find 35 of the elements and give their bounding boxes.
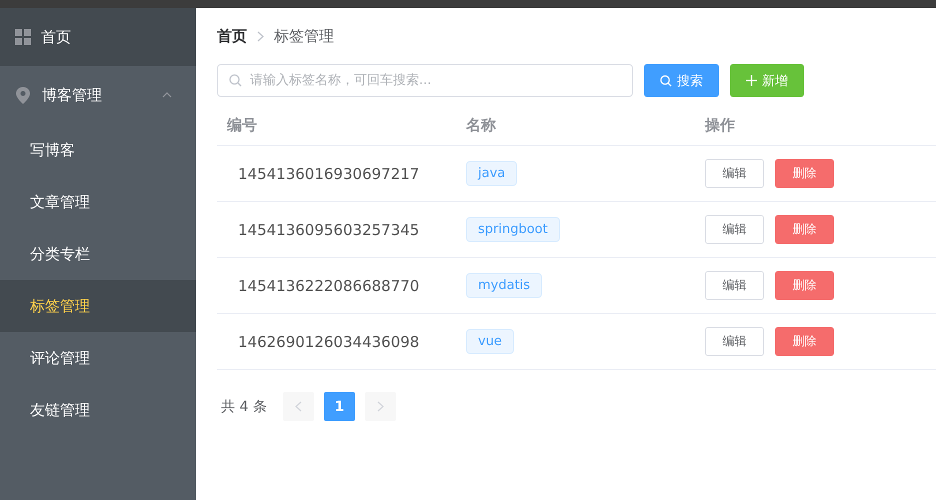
breadcrumb-item[interactable]: 首页	[217, 26, 247, 46]
chevron-left-icon	[294, 401, 302, 412]
table-cell: 1462690126034436098	[238, 333, 420, 351]
menu-item[interactable]: 首页	[0, 8, 196, 66]
column-header: 编号	[226, 116, 258, 134]
tag: java	[466, 161, 518, 186]
menu-item[interactable]: 分类专栏	[0, 228, 196, 280]
column-header: 操作	[704, 116, 735, 134]
chevron-right-icon	[376, 401, 384, 412]
plus-icon	[746, 75, 757, 86]
edit-button[interactable]: 编辑	[705, 271, 764, 300]
tag: springboot	[466, 217, 560, 242]
menu-item[interactable]: 写博客	[0, 124, 196, 176]
table-cell: 1454136222086688770	[238, 277, 420, 295]
breadcrumb-item: 标签管理	[274, 26, 334, 46]
submenu-title[interactable]: 博客管理	[0, 66, 196, 124]
grid-icon	[15, 29, 31, 45]
total-count: 共 4 条	[221, 398, 267, 416]
menu-item[interactable]: 评论管理	[0, 332, 196, 384]
tag: vue	[466, 329, 514, 354]
search-icon	[660, 74, 672, 86]
table-cell: 1454136016930697217	[238, 165, 420, 183]
edit-button[interactable]: 编辑	[705, 159, 764, 188]
chevron-right-icon	[257, 30, 264, 42]
location-pin-icon	[16, 86, 30, 104]
menu-item[interactable]: 标签管理	[0, 280, 196, 332]
menu-item[interactable]: 友链管理	[0, 384, 196, 436]
menu-item[interactable]: 文章管理	[0, 176, 196, 228]
column-header: 名称	[464, 116, 497, 134]
search-field[interactable]: 请输入标签名称，可回车搜索...	[217, 64, 633, 97]
table-cell: 1454136095603257345	[238, 221, 420, 239]
search-icon	[229, 74, 242, 87]
edit-button[interactable]: 编辑	[705, 215, 764, 244]
edit-button[interactable]: 编辑	[705, 327, 764, 356]
tag: mydatis	[466, 273, 542, 298]
